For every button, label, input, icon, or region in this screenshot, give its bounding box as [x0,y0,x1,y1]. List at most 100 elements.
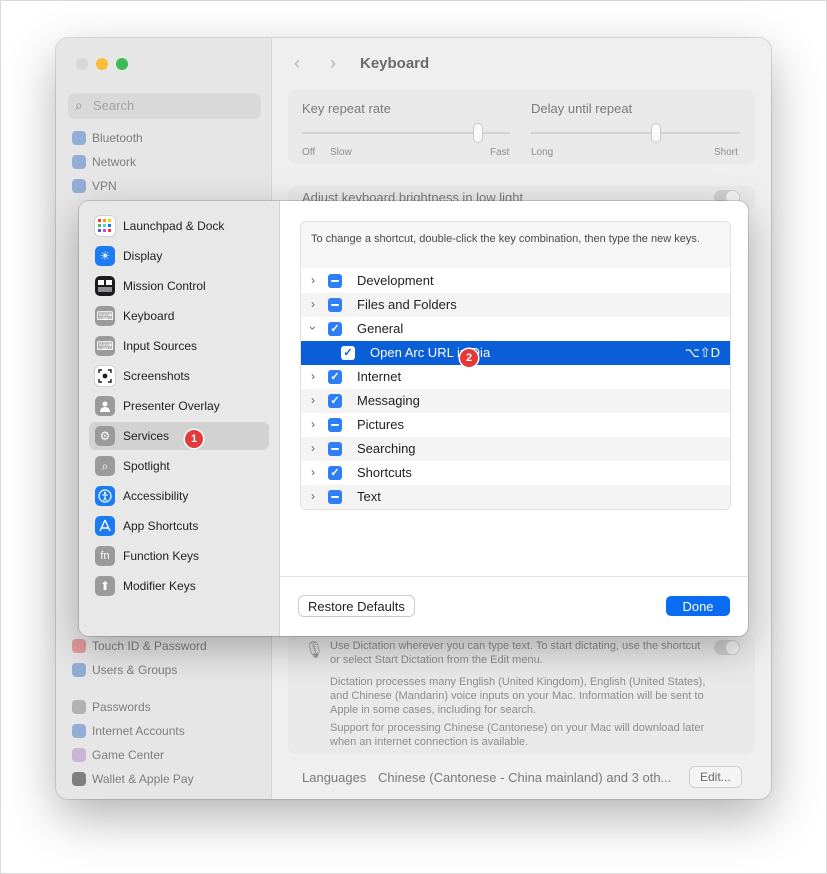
sidebar-item-display[interactable]: ☀ Display [89,242,269,270]
dictation-card: 🎙︎ Use Dictation wherever you can type t… [288,634,755,754]
chevron-right-icon[interactable]: › [307,393,319,407]
zoom-window-button[interactable] [116,58,128,70]
delay-until-repeat-label: Delay until repeat [531,101,633,116]
sidebar-item-mission-control[interactable]: Mission Control [89,272,269,300]
sidebar-item-accessibility[interactable]: Accessibility [89,482,269,510]
chevron-right-icon[interactable]: › [307,489,319,503]
list-row-open-arc-url[interactable]: ✓ Open Arc URL in Dia ⌥⇧D [301,341,730,365]
list-row-text[interactable]: › Text [301,485,730,509]
list-row-internet[interactable]: › ✓ Internet [301,365,730,389]
sidebar-item-label: Internet Accounts [92,724,185,738]
checkbox-general[interactable]: ✓ [328,322,342,336]
sidebar-item-label: Passwords [92,700,151,714]
sidebar-item-keyboard[interactable]: ⌨ Keyboard [89,302,269,330]
keyboard-icon: ⌨ [95,306,115,326]
chevron-right-icon[interactable]: › [307,273,319,287]
key-repeat-label: Key repeat rate [302,101,391,116]
sidebar-item-label: Keyboard [123,309,175,323]
languages-edit-button[interactable]: Edit... [690,767,741,787]
sidebar-item-network[interactable]: Network [72,152,136,172]
checkbox-searching[interactable] [328,442,342,456]
fingerprint-icon [72,639,86,653]
services-list: › Development › Files and Folders › ✓ Ge… [300,269,731,510]
sidebar-item-label: Launchpad & Dock [123,219,225,233]
sidebar-item-bluetooth[interactable]: Bluetooth [72,128,143,148]
list-row-pictures[interactable]: › Pictures [301,413,730,437]
services-icon: ⚙ [95,426,115,446]
close-window-button[interactable] [76,58,88,70]
sidebar-item-input-sources[interactable]: ⌨ Input Sources [89,332,269,360]
hint-text: To change a shortcut, double-click the k… [311,233,700,245]
launchpad-icon [95,216,115,236]
sidebar-item-app-shortcuts[interactable]: App Shortcuts [89,512,269,540]
delay-slider-thumb[interactable] [652,124,660,142]
chevron-right-icon[interactable]: › [307,369,319,383]
sidebar-item-label: Presenter Overlay [123,399,220,413]
sidebar-item-presenter-overlay[interactable]: Presenter Overlay [89,392,269,420]
sidebar-item-wallet[interactable]: Wallet & Apple Pay [72,769,194,789]
search-placeholder: Search [93,98,135,113]
chevron-right-icon[interactable]: › [307,417,319,431]
sidebar-item-game-center[interactable]: Game Center [72,745,164,765]
delay-slider-track[interactable] [531,132,740,134]
dictation-description: Use Dictation wherever you can type text… [330,640,701,666]
footer-divider [280,576,748,577]
languages-label: Languages [302,770,367,785]
input-sources-icon: ⌨ [95,336,115,356]
search-field[interactable]: ⌕ Search [68,93,261,119]
chevron-right-icon[interactable]: › [307,465,319,479]
forward-icon[interactable]: › [330,53,336,74]
checkbox-pictures[interactable] [328,418,342,432]
sidebar-item-users-groups[interactable]: Users & Groups [72,660,177,680]
checkbox-open-arc-url[interactable]: ✓ [341,346,355,360]
sidebar-item-modifier-keys[interactable]: ⬆ Modifier Keys [89,572,269,600]
sidebar-item-services[interactable]: ⚙ Services [89,422,269,450]
chevron-down-icon[interactable]: › [306,322,320,334]
done-button[interactable]: Done [666,596,730,616]
sidebar-item-label: Function Keys [123,549,200,563]
app-shortcuts-icon [95,516,115,536]
annotation-badge-1: 1 [185,430,203,448]
key-icon [72,700,86,714]
sidebar-item-label: Spotlight [123,459,170,473]
restore-defaults-button[interactable]: Restore Defaults [299,596,414,616]
list-row-general[interactable]: › ✓ General [301,317,730,341]
game-center-icon [72,748,86,762]
key-repeat-slider-thumb[interactable] [474,124,482,142]
sidebar-item-function-keys[interactable]: fn Function Keys [89,542,269,570]
checkbox-messaging[interactable]: ✓ [328,394,342,408]
minimize-window-button[interactable] [96,58,108,70]
chevron-right-icon[interactable]: › [307,441,319,455]
mission-control-icon [95,276,115,296]
network-icon [72,155,86,169]
presenter-overlay-icon [95,396,115,416]
list-row-files-folders[interactable]: › Files and Folders [301,293,730,317]
sidebar-item-screenshots[interactable]: Screenshots [89,362,269,390]
tick-slow: Slow [330,147,352,158]
dictation-toggle[interactable] [714,640,740,655]
shortcut-keys[interactable]: ⌥⇧D [685,345,720,361]
sidebar-item-label: Network [92,155,137,169]
sidebar-item-vpn[interactable]: VPN [72,176,117,196]
modifier-keys-icon: ⬆ [95,576,115,596]
sidebar-item-passwords[interactable]: Passwords [72,697,151,717]
list-row-messaging[interactable]: › ✓ Messaging [301,389,730,413]
checkbox-files-folders[interactable] [328,298,342,312]
checkbox-text[interactable] [328,490,342,504]
checkbox-shortcuts[interactable]: ✓ [328,466,342,480]
users-icon [72,663,86,677]
sidebar-item-touch-id[interactable]: Touch ID & Password [72,636,207,656]
sidebar-item-internet-accounts[interactable]: Internet Accounts [72,721,185,741]
row-label: Files and Folders [357,297,457,312]
list-row-development[interactable]: › Development [301,269,730,293]
dictation-cantonese-note: Support for processing Chinese (Cantones… [330,722,705,748]
sidebar-item-launchpad-dock[interactable]: Launchpad & Dock [89,212,269,240]
chevron-right-icon[interactable]: › [307,297,319,311]
checkbox-development[interactable] [328,274,342,288]
list-row-searching[interactable]: › Searching [301,437,730,461]
list-row-shortcuts[interactable]: › ✓ Shortcuts [301,461,730,485]
sidebar-item-label: Users & Groups [92,663,178,677]
sidebar-item-spotlight[interactable]: ⌕ Spotlight [89,452,269,480]
back-icon[interactable]: ‹ [294,53,300,74]
checkbox-internet[interactable]: ✓ [328,370,342,384]
